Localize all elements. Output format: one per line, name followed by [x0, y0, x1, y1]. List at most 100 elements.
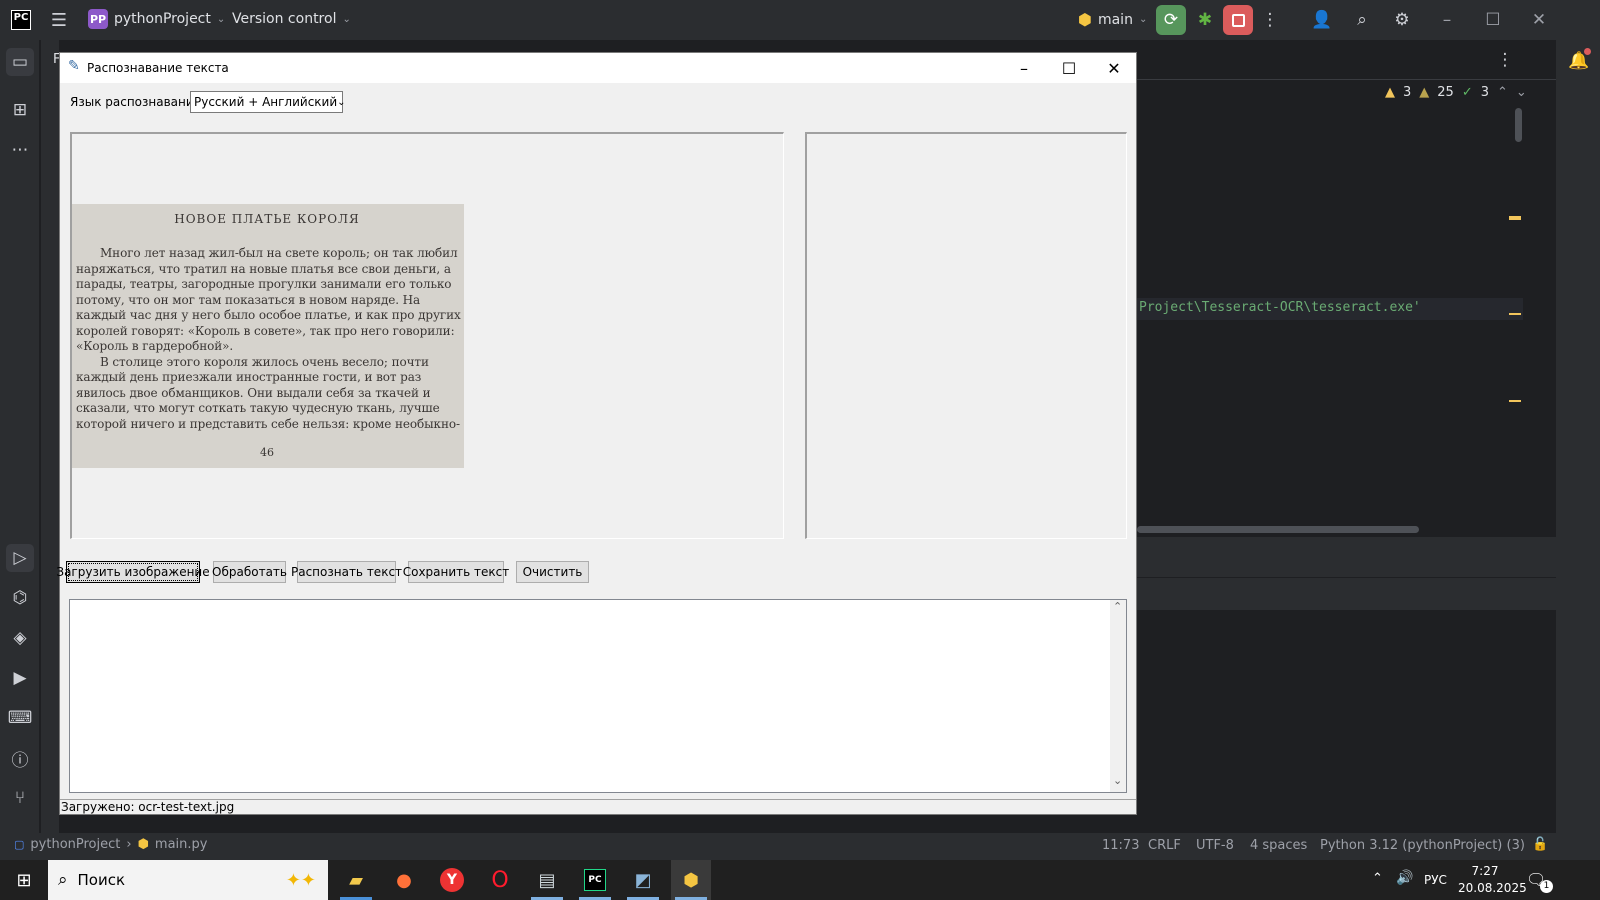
minimize-icon[interactable]: –: [1002, 53, 1046, 83]
logo-text: PC: [13, 12, 29, 23]
add-user-icon[interactable]: 👤: [1310, 9, 1334, 31]
gutter-marker: [1509, 216, 1521, 220]
python-packages-icon[interactable]: ◈: [6, 624, 34, 652]
tabs-more-icon[interactable]: ⋮: [1495, 50, 1515, 70]
project-name: pythonProject: [114, 11, 211, 27]
problems-icon[interactable]: ⓘ: [6, 744, 34, 772]
vcs-menu[interactable]: Version control ⌄: [232, 11, 351, 27]
clock[interactable]: 7:27 20.08.2025: [1458, 863, 1527, 897]
interpreter[interactable]: Python 3.12 (pythonProject) (3): [1320, 838, 1525, 853]
yandex-browser-icon[interactable]: Y: [432, 860, 472, 900]
scan-text-line: наряжаться, что тратил на новые платья в…: [76, 261, 451, 276]
check-icon: ✓: [1461, 85, 1473, 100]
indent-setting[interactable]: 4 spaces: [1250, 838, 1307, 853]
scan-text-line: В столице этого короля жилось очень весе…: [100, 354, 429, 369]
run-tool-icon[interactable]: ▷: [6, 544, 34, 572]
inspection-widget[interactable]: ▲ 3 ▲ 25 ✓ 3 ⌃ ⌄: [1385, 85, 1527, 100]
windows-start-icon[interactable]: ⊞: [4, 860, 44, 900]
firefox-icon[interactable]: ●: [384, 860, 424, 900]
image-preview-panel: НОВОЕ ПЛАТЬЕ КОРОЛЯ Много лет назад жил-…: [70, 132, 784, 539]
chevron-up-icon[interactable]: ⌃: [1497, 85, 1508, 100]
horizontal-scrollbar-thumb[interactable]: [1137, 526, 1419, 533]
editor-app-icon[interactable]: ◩: [623, 860, 663, 900]
processed-preview-panel: [805, 132, 1127, 539]
textarea-scrollbar[interactable]: ⌃ ⌄: [1110, 600, 1126, 792]
hamburger-menu-icon[interactable]: ☰: [48, 10, 70, 31]
file-explorer-icon[interactable]: ▰: [336, 860, 376, 900]
project-selector[interactable]: PP pythonProject ⌄: [88, 9, 225, 29]
clear-button[interactable]: Очистить: [516, 561, 589, 583]
notepad-icon[interactable]: ▤: [527, 860, 567, 900]
breadcrumb: ▢ pythonProject › ⬢ main.py: [14, 837, 207, 852]
search-icon: ⌕: [58, 870, 68, 890]
pycharm-taskbar-icon[interactable]: PC: [575, 860, 615, 900]
run-icon[interactable]: ⟳: [1156, 5, 1186, 35]
branch-selector[interactable]: ⬢ main ⌄: [1078, 10, 1147, 29]
language-select[interactable]: Русский + Английский ⌄: [190, 91, 346, 113]
taskbar-search[interactable]: ⌕ Поиск ✦✦: [48, 860, 328, 900]
tool-window-strip-left: ▭ ⊞ ⋯ ▷ ⌬ ◈ ▶ ⌨ ⓘ ⑂: [0, 40, 40, 860]
clear-label: Очистить: [522, 565, 583, 579]
tray-overflow-icon[interactable]: ⌃: [1372, 871, 1383, 886]
editor-scrollbar-thumb[interactable]: [1515, 108, 1522, 142]
more-tools-icon[interactable]: ⋯: [6, 136, 34, 164]
stop-icon: [1231, 13, 1245, 27]
save-text-button[interactable]: Сохранить текст: [403, 561, 509, 583]
scan-page-number: 46: [260, 446, 274, 459]
result-textarea[interactable]: ⌃ ⌄: [69, 599, 1127, 793]
ok-count: 3: [1480, 85, 1490, 100]
stop-button[interactable]: [1223, 5, 1253, 35]
scan-text-block: Много лет назад жил-был на свете король;…: [76, 246, 461, 432]
scroll-up-icon[interactable]: ⌃: [1113, 600, 1122, 613]
services-icon[interactable]: ▶: [6, 664, 34, 692]
ide-statusbar: ▢ pythonProject › ⬢ main.py 11:73 CRLF U…: [0, 833, 1600, 860]
gutter-marker: [1509, 313, 1521, 315]
gutter-marker: [1509, 400, 1521, 402]
process-button[interactable]: Обработать: [212, 561, 287, 583]
opera-icon[interactable]: O: [480, 860, 520, 900]
chevron-down-icon[interactable]: ⌄: [1516, 85, 1527, 100]
notification-dot: [1584, 48, 1591, 55]
warning-icon: ▲: [1385, 85, 1395, 100]
structure-icon[interactable]: ⊞: [6, 96, 34, 124]
close-icon[interactable]: ✕: [1092, 53, 1136, 83]
search-icon[interactable]: ⌕: [1350, 9, 1374, 31]
project-folder-icon[interactable]: ▭: [6, 48, 34, 76]
debug-icon[interactable]: ✱: [1192, 5, 1218, 35]
settings-gear-icon[interactable]: ⚙: [1390, 9, 1414, 31]
recognize-button[interactable]: Распознать текст: [291, 561, 402, 583]
close-icon[interactable]: ✕: [1526, 9, 1552, 31]
breadcrumb-file[interactable]: main.py: [155, 837, 208, 852]
clock-time: 7:27: [1471, 864, 1499, 878]
recognize-label: Распознать текст: [290, 565, 403, 579]
tool-window-strip-right: 🔔: [1556, 40, 1600, 860]
file-encoding[interactable]: UTF-8: [1196, 838, 1234, 853]
python-app-icon[interactable]: ⬢: [671, 860, 711, 900]
run-panel-header: [1137, 537, 1556, 577]
volume-icon[interactable]: 🔊: [1396, 870, 1413, 886]
ide-toolbar: PC ☰ PP pythonProject ⌄ Version control …: [0, 0, 1600, 40]
load-image-button[interactable]: Загрузить изображение: [56, 561, 210, 583]
readonly-lock-icon[interactable]: 🔓: [1532, 837, 1548, 852]
language-label: Язык распознавания:: [70, 95, 205, 109]
project-badge: PP: [88, 9, 108, 29]
save-text-label: Сохранить текст: [402, 565, 510, 579]
git-icon[interactable]: ⑂: [6, 784, 34, 812]
code-line[interactable]: Project\Tesseract-OCR\tesseract.exe': [1139, 300, 1421, 315]
pycharm-logo[interactable]: PC: [11, 10, 31, 30]
sparkle-icon: ✦✦: [285, 869, 316, 891]
scroll-down-icon[interactable]: ⌄: [1113, 774, 1122, 787]
breadcrumb-project[interactable]: pythonProject: [30, 837, 120, 852]
windows-taskbar: ⊞ ⌕ Поиск ✦✦ ▰ ● Y O ▤ PC ◩ ⬢ ⌃ 🔊 РУС 7:…: [0, 860, 1600, 900]
scan-text-line: каждый день приезжали иностранные гости,…: [76, 370, 422, 384]
input-language[interactable]: РУС: [1424, 873, 1447, 887]
caret-position[interactable]: 11:73: [1102, 838, 1139, 853]
python-console-icon[interactable]: ⌬: [6, 584, 34, 612]
dialog-titlebar[interactable]: ✎ Распознавание текста – ☐ ✕: [60, 53, 1136, 83]
more-actions-icon[interactable]: ⋮: [1260, 10, 1280, 30]
minimize-icon[interactable]: –: [1434, 9, 1460, 31]
terminal-icon[interactable]: ⌨: [6, 704, 34, 732]
line-separator[interactable]: CRLF: [1148, 838, 1181, 853]
maximize-icon[interactable]: ☐: [1047, 53, 1091, 83]
maximize-icon[interactable]: ☐: [1480, 9, 1506, 31]
